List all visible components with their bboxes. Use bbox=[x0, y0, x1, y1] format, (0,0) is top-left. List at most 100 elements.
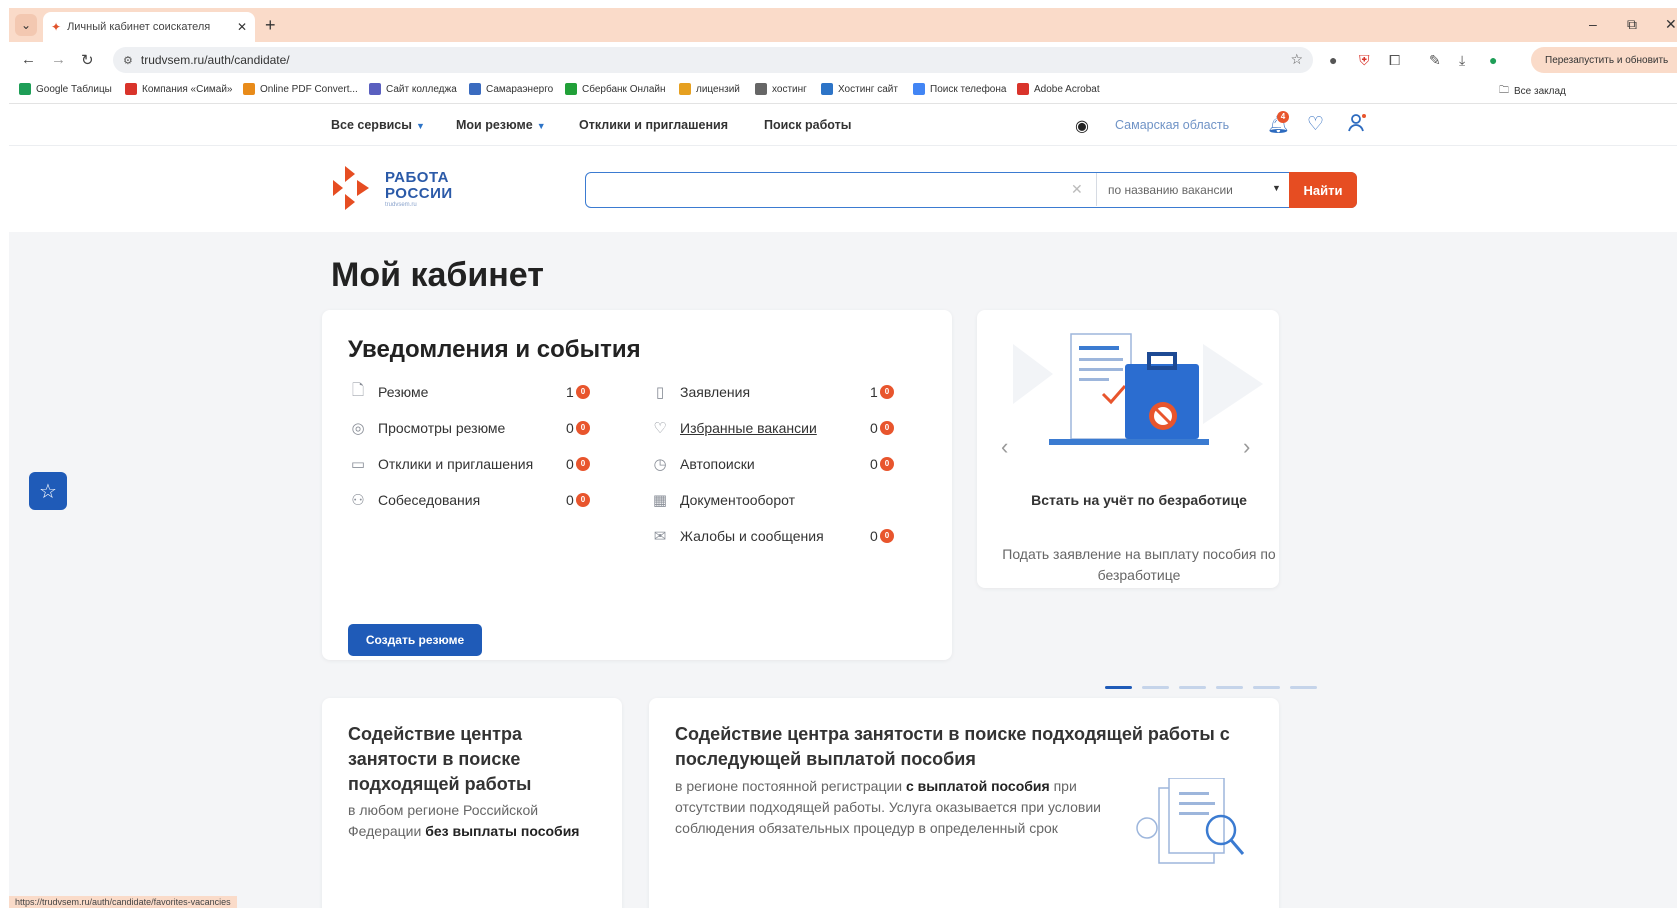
bookmark-item[interactable]: Adobe Acrobat bbox=[1017, 83, 1100, 95]
tab-close-icon[interactable]: ✕ bbox=[237, 20, 247, 34]
user-profile-icon[interactable] bbox=[1347, 113, 1367, 138]
notification-row[interactable]: ✉ Жалобы и сообщения 0 0 bbox=[650, 526, 894, 546]
extensions-puzzle-icon[interactable]: ⧠ bbox=[1389, 52, 1400, 69]
bookmark-favicon-icon bbox=[19, 83, 31, 95]
chevron-down-icon[interactable]: ▼ bbox=[1272, 183, 1281, 193]
bookmark-item[interactable]: Google Таблицы bbox=[19, 83, 112, 95]
nav-all-services[interactable]: Все сервисы ▼ bbox=[331, 118, 425, 132]
all-bookmarks-folder[interactable]: 🗀︎ Все заклад bbox=[1499, 83, 1566, 100]
address-bar[interactable]: ⚙ trudvsem.ru/auth/candidate/ ☆ bbox=[113, 47, 1313, 73]
extension-circle-icon[interactable]: ● bbox=[1329, 52, 1337, 68]
bookmark-label: лицензий bbox=[696, 83, 740, 95]
search-mode-select[interactable]: по названию вакансии bbox=[1108, 183, 1233, 197]
service-card-no-benefit[interactable]: Содействие центра занятости в поиске под… bbox=[322, 698, 622, 908]
carousel-dot[interactable] bbox=[1253, 686, 1280, 689]
document-magnifier-icon bbox=[1136, 778, 1245, 864]
people-icon: ⚇ bbox=[351, 492, 365, 509]
site-logo[interactable]: РАБОТА РОССИИ trudvsem.ru bbox=[331, 166, 453, 212]
bookmark-item[interactable]: Поиск телефона bbox=[913, 83, 1006, 95]
new-events-badge: 0 bbox=[576, 421, 590, 435]
address-url[interactable]: trudvsem.ru/auth/candidate/ bbox=[141, 53, 290, 67]
notification-label: Избранные вакансии bbox=[680, 420, 817, 436]
notification-row[interactable]: ▯ Заявления 1 0 bbox=[650, 382, 894, 402]
browser-tab-active[interactable]: ✦ Личный кабинет соискателя ✕ bbox=[43, 12, 255, 42]
favorites-star-button[interactable]: ☆ bbox=[29, 472, 67, 510]
notification-row[interactable]: ▦ Документооборот bbox=[650, 490, 890, 510]
accessibility-eye-icon[interactable]: ◉ bbox=[1075, 116, 1089, 136]
notification-count: 0 bbox=[870, 528, 878, 544]
page: ⌄ ✦ Личный кабинет соискателя ✕ + – ⧉ ✕ … bbox=[9, 8, 1677, 908]
bookmark-star-icon[interactable]: ☆ bbox=[1290, 51, 1303, 68]
chevron-down-icon: ▼ bbox=[536, 121, 546, 131]
carousel-prev-icon[interactable]: ‹ bbox=[1001, 434, 1008, 460]
notification-row[interactable]: 🗋︎ Резюме 1 0 bbox=[348, 381, 590, 402]
tab-search-chevron-icon[interactable]: ⌄ bbox=[15, 14, 37, 36]
bookmark-item[interactable]: Самараэнерго bbox=[469, 83, 553, 95]
notification-row[interactable]: ◎ Просмотры резюме 0 0 bbox=[348, 418, 590, 438]
notification-count: 0 bbox=[870, 456, 878, 472]
site-favicon-icon: ✦ bbox=[51, 20, 62, 34]
clear-icon[interactable]: ✕ bbox=[1071, 181, 1083, 198]
minimize-icon[interactable]: – bbox=[1589, 16, 1597, 32]
notification-row[interactable]: ◷ Автопоиски 0 0 bbox=[650, 454, 894, 474]
notifications-title: Уведомления и события bbox=[348, 336, 641, 363]
site-header: РАБОТА РОССИИ trudvsem.ru ✕ по названию … bbox=[9, 146, 1677, 232]
nav-job-search[interactable]: Поиск работы bbox=[764, 118, 851, 132]
nav-my-resumes[interactable]: Мои резюме ▼ bbox=[456, 118, 546, 132]
bookmark-label: Adobe Acrobat bbox=[1034, 83, 1100, 95]
promo-title[interactable]: Встать на учёт по безработице bbox=[977, 490, 1301, 511]
carousel-dot[interactable] bbox=[1216, 686, 1243, 689]
bookmark-item[interactable]: лицензий bbox=[679, 83, 740, 95]
search-input[interactable] bbox=[596, 179, 1046, 201]
bookmark-item[interactable]: Сбербанк Онлайн bbox=[565, 83, 666, 95]
notification-count-badge: 4 bbox=[1277, 111, 1289, 123]
restart-update-button[interactable]: Перезапустить и обновить bbox=[1531, 47, 1677, 73]
notification-count: 0 bbox=[566, 456, 574, 472]
bookmark-favicon-icon bbox=[821, 83, 833, 95]
bookmark-favicon-icon bbox=[755, 83, 767, 95]
bookmark-item[interactable]: Хостинг сайт bbox=[821, 83, 898, 95]
translate-icon[interactable]: ✎ bbox=[1429, 52, 1441, 69]
profile-avatar-icon[interactable]: ● bbox=[1489, 52, 1497, 68]
restore-icon[interactable]: ⧉ bbox=[1627, 16, 1637, 33]
logo-subtitle: trudvsem.ru bbox=[385, 202, 417, 208]
reload-icon[interactable]: ↻ bbox=[81, 51, 94, 69]
bookmark-item[interactable]: Компания «Симай» bbox=[125, 83, 233, 95]
close-window-icon[interactable]: ✕ bbox=[1665, 16, 1677, 33]
notification-row[interactable]: ⚇ Собеседования 0 0 bbox=[348, 490, 590, 510]
notification-count: 1 bbox=[566, 384, 574, 400]
bookmark-label: хостинг bbox=[772, 83, 807, 95]
create-resume-button[interactable]: Создать резюме bbox=[348, 624, 482, 656]
service-card-with-benefit[interactable]: Содействие центра занятости в поиске под… bbox=[649, 698, 1279, 908]
bookmark-favicon-icon bbox=[913, 83, 925, 95]
notification-label: Документооборот bbox=[680, 492, 796, 508]
carousel-dot[interactable] bbox=[1290, 686, 1317, 689]
bookmark-favicon-icon bbox=[243, 83, 255, 95]
region-selector[interactable]: Самарская область bbox=[1115, 118, 1229, 132]
notification-count: 0 bbox=[566, 492, 574, 508]
carousel-dot[interactable] bbox=[1105, 686, 1132, 689]
carousel-next-icon[interactable]: › bbox=[1243, 434, 1250, 460]
nav-responses[interactable]: Отклики и приглашения bbox=[579, 118, 728, 132]
bookmark-item[interactable]: Сайт колледжа bbox=[369, 83, 457, 95]
tab-title: Личный кабинет соискателя bbox=[67, 21, 211, 33]
notification-label: Автопоиски bbox=[680, 456, 755, 472]
carousel-dot[interactable] bbox=[1142, 686, 1169, 689]
site-settings-icon[interactable]: ⚙ bbox=[123, 54, 133, 67]
notification-row[interactable]: ♡ Избранные вакансии 0 0 bbox=[650, 418, 894, 438]
forward-arrow-icon[interactable]: → bbox=[51, 51, 66, 68]
notification-row[interactable]: ▭ Отклики и приглашения 0 0 bbox=[348, 454, 590, 474]
bookmark-item[interactable]: Online PDF Convert... bbox=[243, 83, 358, 95]
search-button[interactable]: Найти bbox=[1289, 172, 1357, 208]
favorites-heart-icon[interactable]: ♡ bbox=[1307, 113, 1324, 136]
document-icon: 🗋︎ bbox=[351, 381, 365, 399]
autosearch-icon: ◷ bbox=[653, 456, 667, 473]
bookmark-favicon-icon bbox=[125, 83, 137, 95]
new-tab-plus-icon[interactable]: + bbox=[265, 15, 276, 36]
download-icon[interactable]: ⤓ bbox=[1459, 52, 1465, 69]
bookmark-item[interactable]: хостинг bbox=[755, 83, 807, 95]
back-arrow-icon[interactable]: ← bbox=[21, 51, 36, 68]
bookmark-label: Online PDF Convert... bbox=[260, 83, 358, 95]
extension-shield-icon[interactable]: ⛨ bbox=[1359, 52, 1370, 69]
carousel-dot[interactable] bbox=[1179, 686, 1206, 689]
